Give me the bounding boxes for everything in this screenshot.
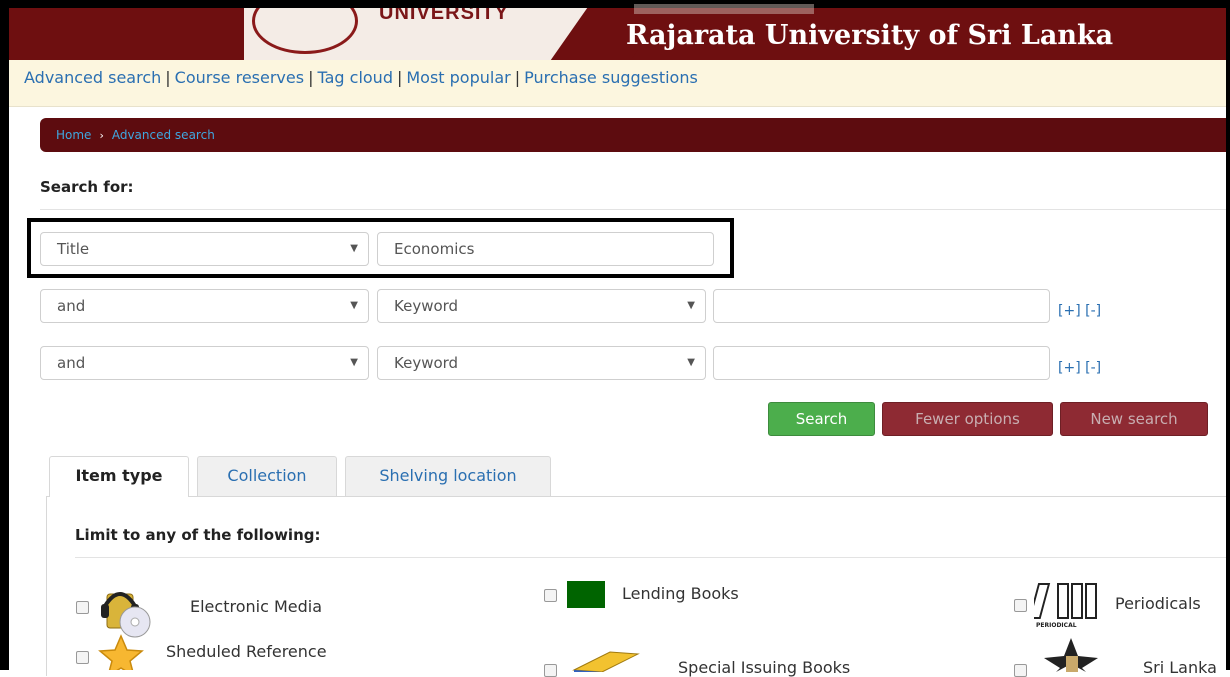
nav-separator: | — [396, 68, 403, 87]
breadcrumb-home[interactable]: Home — [56, 128, 91, 142]
operator-select-2[interactable]: and ▼ — [40, 289, 369, 323]
chevron-down-icon: ▼ — [350, 357, 358, 368]
checkbox-periodicals[interactable] — [1014, 599, 1027, 612]
index-select-3-value: Keyword — [394, 354, 459, 372]
university-logo: UNIVERSITY — [244, 8, 609, 60]
screen-frame-right — [1226, 0, 1230, 670]
nav-separator: | — [165, 68, 171, 87]
chevron-down-icon: ▼ — [687, 357, 695, 368]
checkbox-special-issuing-books[interactable] — [544, 664, 557, 677]
item-type-sri-lanka: Sri Lanka — [1143, 658, 1217, 677]
chevron-down-icon: ▼ — [350, 300, 358, 311]
search-term-input-3[interactable] — [713, 346, 1050, 380]
nav-most-popular[interactable]: Most popular — [406, 68, 510, 87]
breadcrumb: Home › Advanced search — [40, 118, 1230, 152]
chevron-down-icon: ▼ — [687, 300, 695, 311]
add-row-button[interactable]: [+] — [1058, 360, 1081, 376]
nav-course-reserves[interactable]: Course reserves — [175, 68, 304, 87]
item-type-electronic-media: Electronic Media — [190, 597, 323, 616]
periodical-icon: PERIODICAL — [1034, 583, 1097, 629]
checkbox-lending-books[interactable] — [544, 589, 557, 602]
search-button[interactable]: Search — [768, 402, 875, 436]
row-2-controls: [+] [-] — [1058, 303, 1101, 319]
chevron-right-icon: › — [99, 129, 104, 142]
periodical-icon-caption: PERIODICAL — [1036, 622, 1077, 629]
nav-tag-cloud[interactable]: Tag cloud — [317, 68, 393, 87]
divider — [75, 557, 1230, 558]
item-type-lending-books: Lending Books — [622, 584, 739, 603]
operator-select-2-value: and — [57, 297, 86, 315]
breadcrumb-advanced-search[interactable]: Advanced search — [112, 128, 215, 142]
limit-heading: Limit to any of the following: — [75, 526, 321, 544]
search-term-input-1-value: Economics — [394, 240, 475, 258]
banner-partial-text — [634, 4, 814, 14]
fewer-options-button[interactable]: Fewer options — [882, 402, 1053, 436]
item-type-sheduled-reference: Sheduled Reference — [166, 642, 327, 661]
row-3-controls: [+] [-] — [1058, 360, 1101, 376]
add-row-button[interactable]: [+] — [1058, 303, 1081, 319]
search-term-input-2[interactable] — [713, 289, 1050, 323]
divider — [40, 209, 1230, 210]
new-search-button[interactable]: New search — [1060, 402, 1208, 436]
university-seal-icon — [252, 8, 358, 54]
checkbox-electronic-media[interactable] — [76, 601, 89, 614]
index-select-3[interactable]: Keyword ▼ — [377, 346, 706, 380]
green-square-icon — [567, 581, 605, 608]
index-select-1-value: Title — [57, 240, 90, 258]
remove-row-button[interactable]: [-] — [1085, 303, 1101, 319]
operator-select-3[interactable]: and ▼ — [40, 346, 369, 380]
index-select-2[interactable]: Keyword ▼ — [377, 289, 706, 323]
top-navigation: Advanced search | Course reserves | Tag clou… — [9, 60, 1226, 107]
nav-advanced-search[interactable]: Advanced search — [24, 68, 161, 87]
item-type-special-issuing-books: Special Issuing Books — [678, 658, 851, 677]
screen-frame-left — [0, 0, 9, 670]
tab-collection[interactable]: Collection — [197, 456, 337, 496]
tab-shelving-location[interactable]: Shelving location — [345, 456, 551, 496]
search-term-input-1[interactable]: Economics — [377, 232, 714, 266]
nav-purchase-suggestions[interactable]: Purchase suggestions — [524, 68, 698, 87]
chevron-down-icon: ▼ — [350, 243, 358, 254]
cd-headphones-icon — [101, 592, 151, 638]
operator-select-3-value: and — [57, 354, 86, 372]
library-banner: UNIVERSITY Rajarata University of Sri La… — [9, 4, 1226, 60]
checkbox-sheduled-reference[interactable] — [76, 651, 89, 664]
screen-frame-top — [0, 0, 1230, 8]
item-type-periodicals: Periodicals — [1115, 594, 1201, 613]
index-select-2-value: Keyword — [394, 297, 459, 315]
tab-item-type[interactable]: Item type — [49, 456, 189, 497]
index-select-1[interactable]: Title ▼ — [40, 232, 369, 266]
nav-separator: | — [514, 68, 521, 87]
sri-lanka-icon — [1044, 638, 1098, 672]
logo-text: UNIVERSITY — [379, 8, 510, 24]
banner-title: Rajarata University of Sri Lanka — [626, 20, 1114, 51]
remove-row-button[interactable]: [-] — [1085, 360, 1101, 376]
nav-separator: | — [308, 68, 314, 87]
star-icon — [98, 634, 144, 670]
checkbox-sri-lanka[interactable] — [1014, 664, 1027, 677]
book-icon — [572, 651, 640, 672]
search-for-heading: Search for: — [40, 178, 134, 196]
